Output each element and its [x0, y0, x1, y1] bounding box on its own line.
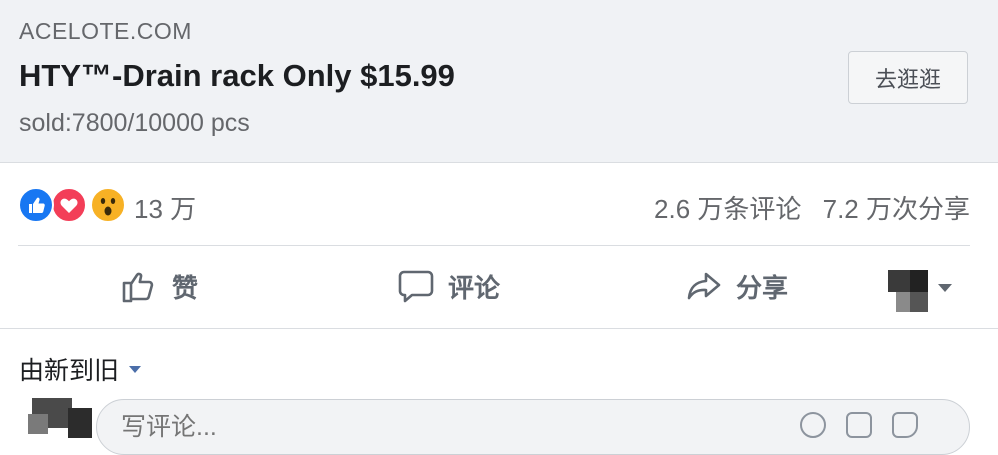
emoji-icon[interactable] [800, 412, 826, 438]
thumbs-up-icon [122, 272, 154, 303]
post-action-bar: 赞 评论 分享 [0, 246, 998, 328]
identity-selector[interactable] [888, 270, 958, 314]
like-label: 赞 [172, 272, 199, 303]
like-icon [18, 187, 54, 223]
sticker-icon[interactable] [892, 412, 918, 438]
sort-label: 由新到旧 [19, 357, 120, 385]
comment-sort-dropdown[interactable]: 由新到旧 [19, 351, 142, 387]
divider [0, 328, 998, 329]
engagement-stats: 2.6 万条评论 7.2 万次分享 [640, 189, 970, 226]
comment-button[interactable]: 评论 [396, 264, 500, 308]
page-avatar [888, 270, 930, 312]
wow-icon [90, 187, 126, 223]
link-preview-card[interactable]: ACELOTE.COM HTY™-Drain rack Only $15.99 … [0, 0, 998, 163]
caret-down-icon [938, 284, 952, 292]
link-title[interactable]: HTY™-Drain rack Only $15.99 [19, 58, 455, 94]
caret-down-icon [129, 365, 142, 373]
comment-count-link[interactable]: 2.6 万条评论 [654, 194, 801, 224]
comment-input[interactable] [96, 399, 970, 455]
share-arrow-icon [687, 272, 721, 300]
comment-label: 评论 [448, 272, 501, 303]
link-domain: ACELOTE.COM [19, 18, 192, 44]
share-count-link[interactable]: 7.2 万次分享 [823, 194, 970, 224]
shop-now-button[interactable]: 去逛逛 [848, 51, 968, 104]
share-button[interactable]: 分享 [684, 264, 788, 308]
link-subtitle: sold:7800/10000 pcs [19, 109, 250, 137]
camera-icon[interactable] [846, 412, 872, 438]
comment-icon [398, 270, 434, 303]
user-avatar [28, 396, 92, 438]
reaction-count[interactable]: 13 万 [134, 189, 196, 226]
share-label: 分享 [736, 272, 789, 303]
love-icon [51, 187, 87, 223]
reactions-summary: 13 万 2.6 万条评论 7.2 万次分享 [18, 185, 970, 227]
like-button[interactable]: 赞 [120, 264, 198, 308]
